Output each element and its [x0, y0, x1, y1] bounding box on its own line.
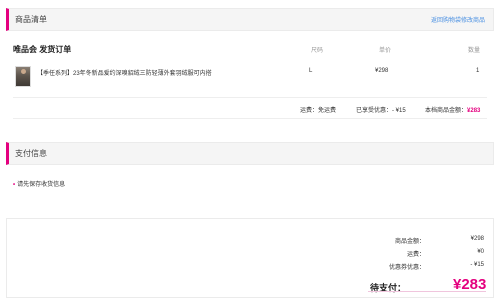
goods-amount-label: 本档商品金额：: [425, 108, 468, 114]
save-address-tip: • 请先保存收货信息: [13, 179, 65, 188]
back-to-cart-link[interactable]: 返回购物袋修改商品: [431, 15, 485, 24]
discount-label: 已享受优惠：: [356, 108, 393, 114]
product-list-title: 商品清单: [15, 15, 47, 24]
shipping-value: 免运费: [318, 108, 337, 114]
goods-amount-value: ¥283: [467, 108, 481, 114]
product-row: 【季任系列】23年冬新品爱约深嗅貂绒三防轻薄外套羽绒服可内搭 L ¥298 1: [13, 64, 487, 90]
column-price: 单价: [379, 48, 392, 54]
product-quantity: 1: [476, 68, 480, 74]
summary-goods-value: ¥298: [470, 236, 484, 242]
summary-coupon-label: 优惠券优惠：: [388, 265, 425, 271]
payment-info-header: 支付信息: [6, 142, 494, 165]
summary-coupon-value: - ¥15: [470, 262, 484, 268]
payment-summary-box: [6, 218, 494, 298]
order-header: 唯品会 发货订单 尺码 单价 数量: [13, 44, 487, 56]
shipping-fee: 运费：免运费: [300, 105, 336, 114]
summary-shipping-value: ¥0: [477, 249, 484, 255]
column-quantity: 数量: [468, 48, 481, 54]
goods-amount: 本档商品金额：¥283: [425, 105, 480, 114]
payment-info-title: 支付信息: [15, 149, 47, 158]
product-name[interactable]: 【季任系列】23年冬新品爱约深嗅貂绒三防轻薄外套羽绒服可内搭: [37, 68, 212, 77]
summary-shipping-label: 运费：: [406, 252, 425, 258]
discount-info: 已享受优惠：- ¥15: [356, 105, 406, 114]
product-size: L: [309, 68, 313, 74]
shipping-label: 运费：: [300, 108, 319, 114]
shop-title: 唯品会 发货订单: [13, 45, 72, 54]
product-price: ¥298: [375, 68, 389, 74]
tip-bullet-icon: •: [13, 182, 16, 188]
divider: [13, 97, 487, 98]
summary-goods-label: 商品金额：: [394, 239, 425, 245]
column-size: 尺码: [311, 48, 324, 54]
product-list-header: 商品清单 返回购物袋修改商品: [6, 8, 494, 31]
save-address-tip-text: 请先保存收货信息: [17, 182, 66, 188]
discount-value: - ¥15: [392, 108, 406, 114]
divider: [13, 118, 487, 119]
product-thumbnail[interactable]: [15, 66, 31, 87]
total-due-label: 待支付：: [370, 283, 407, 293]
